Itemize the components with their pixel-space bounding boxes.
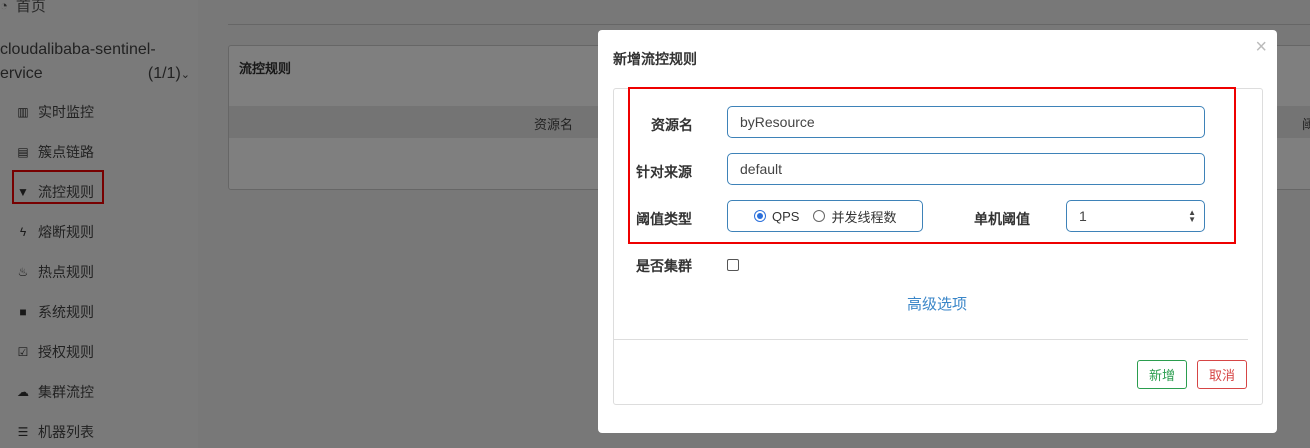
cancel-button[interactable]: 取消 (1197, 360, 1247, 389)
cluster-label: 是否集群 (636, 258, 692, 274)
annotation-highlight-box (628, 87, 1236, 244)
cluster-checkbox[interactable] (727, 259, 739, 271)
dialog-title: 新增流控规则 (613, 51, 697, 67)
divider (614, 339, 1248, 340)
advanced-options-link[interactable]: 高级选项 (907, 293, 967, 314)
add-button[interactable]: 新增 (1137, 360, 1187, 389)
close-icon[interactable]: × (1255, 37, 1267, 57)
